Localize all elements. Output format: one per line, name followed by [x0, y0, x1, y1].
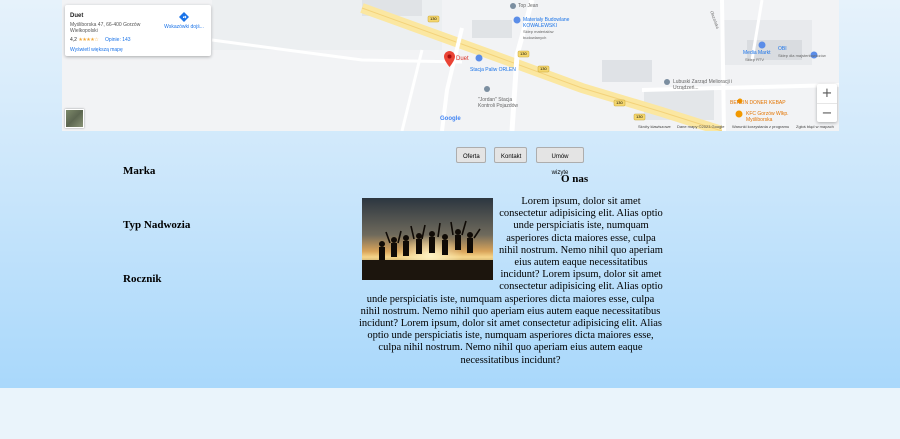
map-label-duet: Duet	[456, 56, 469, 62]
map-label-kfc: KFC Gorzów Wlkp. Myśliborska	[746, 111, 789, 123]
place-address: Myśliborska 47, 66-400 Gorzów Wielkopols…	[70, 22, 141, 34]
map-label-materialy: Materiały Budowlane KOWALEWSKI	[523, 17, 570, 29]
map-label-media-markt-sub: Sklep RTV	[745, 57, 765, 62]
map-place-card: Duet Myśliborska 47, 66-400 Gorzów Wielk…	[65, 5, 211, 56]
google-logo: Google	[440, 116, 461, 122]
place-name: Duet	[70, 13, 84, 19]
filter-label-brand: Marka	[123, 165, 156, 177]
map-label-zarzad: Lubuski Zarząd Melioracji i Urządzeń...	[673, 79, 733, 91]
attrib-report[interactable]: Zgłoś błąd w mapach	[796, 124, 834, 129]
page-footer-area	[0, 388, 900, 439]
group-photo-image	[362, 198, 493, 280]
road-badge: 130	[520, 51, 527, 56]
zoom-out-button[interactable]: −	[817, 103, 837, 123]
filter-label-body-type: Typ Nadwozia	[123, 219, 191, 231]
zoom-in-button[interactable]: +	[817, 84, 837, 103]
attrib-terms[interactable]: Warunki korzystania z programu	[732, 124, 789, 129]
attrib-map-data: Dane mapy ©2023 Google	[677, 124, 725, 129]
map-label-top-jean: Top Jean	[518, 3, 539, 9]
rating-stars-icon: ★★★★☆	[78, 37, 99, 43]
larger-map-link[interactable]: Wyświetl większą mapę	[70, 47, 123, 53]
offer-button[interactable]: Oferta	[456, 147, 486, 163]
reviews-link[interactable]: Opinie: 143	[105, 37, 131, 43]
map-label-obi-sub: Sklep dla majsterkowiczów	[778, 53, 826, 58]
zoom-control: + −	[817, 84, 837, 122]
google-logo-text: Google	[440, 116, 461, 122]
directions-icon[interactable]	[179, 12, 189, 22]
map-label-orlen: Stacja Paliw ORLEN	[470, 67, 516, 73]
contact-button[interactable]: Kontakt	[494, 147, 527, 163]
map-label-media-markt: Media Markt	[743, 50, 771, 56]
about-section: Lorem ipsum, dolor sit amet consectetur …	[356, 196, 665, 367]
map-label-obi: OBI	[778, 46, 787, 52]
map-label-jordan: "Jordan" Stacja Kontroli Pojazdów	[478, 97, 519, 109]
road-badge: 130	[540, 66, 547, 71]
road-badge: 130	[430, 16, 437, 21]
about-heading: O nas	[561, 173, 589, 185]
directions-link[interactable]: Wskazówki dojś...	[161, 24, 207, 30]
road-badge: 130	[616, 100, 623, 105]
place-rating: 4,2 ★★★★☆	[70, 37, 99, 43]
attrib-shortcuts[interactable]: Skróty klawiszowe	[638, 124, 671, 129]
satellite-toggle-button[interactable]	[65, 109, 84, 128]
rating-value: 4,2	[70, 37, 77, 43]
location-pin-icon[interactable]	[444, 51, 455, 67]
map-label-berlin: BERLIN DONER KEBAP	[730, 100, 786, 106]
map-label-materialy-sub: Sklep materiałów budowlanych	[523, 29, 554, 40]
appointment-button[interactable]: Umów wizyte	[536, 147, 584, 176]
filter-label-year: Rocznik	[123, 273, 162, 285]
google-map-embed[interactable]: Duet Top Jean Materiały Budowlane KOWALE…	[62, 0, 839, 131]
road-badge: 130	[636, 114, 643, 119]
